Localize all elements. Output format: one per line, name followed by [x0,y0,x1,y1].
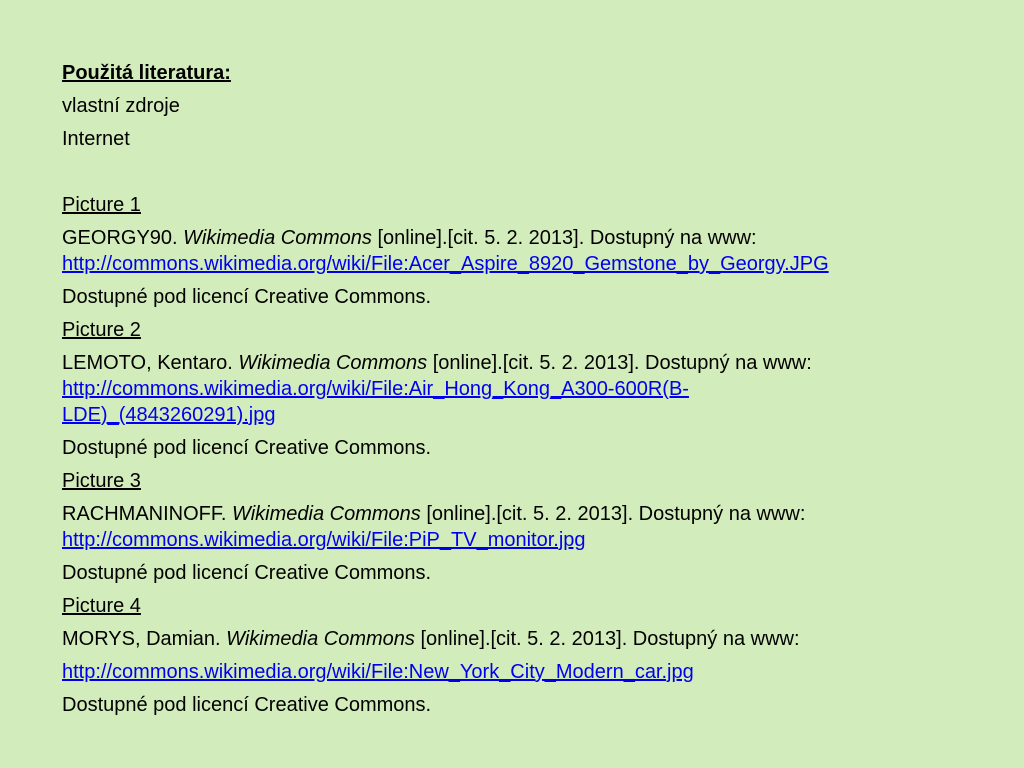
intro-own-sources: vlastní zdroje [62,95,180,117]
picture-3-source: Wikimedia Commons [232,503,421,525]
picture-2-link[interactable]: http://commons.wikimedia.org/wiki/File:A… [62,376,984,428]
picture-2-source: Wikimedia Commons [238,352,428,374]
picture-3-author: RACHMANINOFF. [62,503,227,525]
picture-2-author: LEMOTO, Kentaro. [62,352,233,374]
picture-2-link-line-1[interactable]: http://commons.wikimedia.org/wiki/File:A… [62,376,984,402]
picture-4-link[interactable]: http://commons.wikimedia.org/wiki/File:N… [62,659,984,685]
picture-3-label: Picture 3 [62,470,141,492]
references-heading: Použitá literatura: [62,62,231,84]
picture-3-citation: RACHMANINOFF. Wikimedia Commons [online]… [62,501,984,527]
picture-4-license: Dostupné pod licencí Creative Commons. [62,694,432,716]
picture-1-link[interactable]: http://commons.wikimedia.org/wiki/File:A… [62,251,984,277]
intro-internet: Internet [62,128,130,150]
picture-4-details: [online].[cit. 5. 2. 2013]. Dostupný na … [420,628,800,650]
picture-1-citation: GEORGY90. Wikimedia Commons [online].[ci… [62,225,984,251]
picture-4-source: Wikimedia Commons [226,628,415,650]
picture-1-license: Dostupné pod licencí Creative Commons. [62,286,432,308]
picture-4-citation: MORYS, Damian. Wikimedia Commons [online… [62,626,984,652]
picture-1-author: GEORGY90. [62,227,178,249]
picture-2-citation: LEMOTO, Kentaro. Wikimedia Commons [onli… [62,350,984,376]
picture-1-label: Picture 1 [62,194,141,216]
picture-3-details: [online].[cit. 5. 2. 2013]. Dostupný na … [426,503,806,525]
picture-3-license: Dostupné pod licencí Creative Commons. [62,562,432,584]
picture-3-link[interactable]: http://commons.wikimedia.org/wiki/File:P… [62,527,984,553]
picture-1-details: [online].[cit. 5. 2. 2013]. Dostupný na … [377,227,757,249]
picture-2-license: Dostupné pod licencí Creative Commons. [62,437,432,459]
picture-4-label: Picture 4 [62,595,141,617]
picture-2-link-line-2[interactable]: LDE)_(4843260291).jpg [62,402,984,428]
picture-2-label: Picture 2 [62,319,141,341]
slide: Použitá literatura: vlastní zdroje Inter… [0,0,1024,768]
picture-1-source: Wikimedia Commons [183,227,372,249]
picture-2-details: [online].[cit. 5. 2. 2013]. Dostupný na … [432,352,812,374]
picture-4-author: MORYS, Damian. [62,628,221,650]
